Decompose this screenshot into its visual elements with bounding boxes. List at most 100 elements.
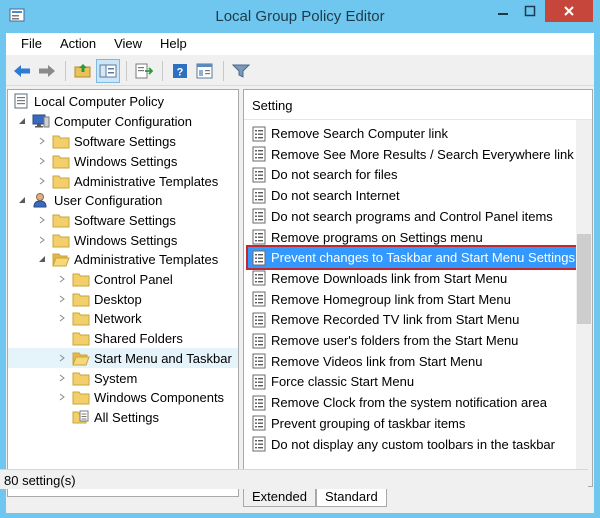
tree-item-user-administrative-templates[interactable]: Administrative Templates bbox=[36, 249, 218, 269]
setting-row[interactable]: Remove Videos link from Start Menu bbox=[244, 351, 576, 372]
filter-button[interactable] bbox=[229, 59, 253, 83]
properties-button[interactable] bbox=[193, 59, 217, 83]
tree-item-user-software-settings[interactable]: Software Settings bbox=[36, 210, 176, 230]
close-button[interactable] bbox=[545, 0, 593, 22]
minimize-button[interactable] bbox=[490, 0, 516, 22]
tree-item-computer-configuration[interactable]: Computer Configuration bbox=[16, 111, 192, 131]
expanded-chevron-icon[interactable] bbox=[16, 115, 28, 127]
collapsed-chevron-icon[interactable] bbox=[56, 391, 68, 403]
computer-icon bbox=[32, 113, 50, 129]
setting-row[interactable]: Do not search Internet bbox=[244, 185, 576, 206]
setting-row[interactable]: Remove user's folders from the Start Men… bbox=[244, 330, 576, 351]
tree-item-windows-components[interactable]: Windows Components bbox=[56, 387, 224, 407]
selected-setting-highlight[interactable]: Prevent changes to Taskbar and Start Men… bbox=[246, 245, 583, 271]
setting-label: Remove programs on Settings menu bbox=[271, 229, 483, 245]
policy-setting-icon bbox=[252, 436, 266, 452]
tree-item-user-configuration[interactable]: User Configuration bbox=[16, 190, 162, 210]
collapsed-chevron-icon[interactable] bbox=[36, 234, 48, 246]
help-button[interactable]: ? bbox=[168, 59, 192, 83]
policy-setting-icon bbox=[252, 312, 266, 328]
toolbar-separator bbox=[223, 60, 224, 81]
tree-item-control-panel[interactable]: Control Panel bbox=[56, 269, 173, 289]
tree-item-administrative-templates[interactable]: Administrative Templates bbox=[36, 171, 218, 191]
expanded-chevron-icon[interactable] bbox=[16, 194, 28, 206]
setting-row[interactable]: Remove Search Computer link bbox=[244, 123, 576, 144]
folder-icon bbox=[72, 370, 90, 386]
tree-item-start-menu-and-taskbar[interactable]: Start Menu and Taskbar bbox=[8, 348, 238, 368]
setting-row[interactable]: Remove Downloads link from Start Menu bbox=[244, 268, 576, 289]
policy-setting-icon bbox=[252, 146, 266, 162]
tree-item-network[interactable]: Network bbox=[56, 308, 142, 328]
policy-setting-icon bbox=[252, 374, 266, 390]
policy-setting-icon bbox=[252, 415, 266, 431]
folder-icon bbox=[72, 330, 90, 346]
policy-setting-icon bbox=[252, 188, 266, 204]
setting-label: Remove Homegroup link from Start Menu bbox=[271, 291, 511, 307]
tree-item-software-settings[interactable]: Software Settings bbox=[36, 131, 176, 151]
maximize-button[interactable] bbox=[517, 0, 543, 22]
vertical-scrollbar[interactable] bbox=[576, 120, 592, 486]
column-header-setting[interactable]: Setting bbox=[244, 90, 592, 120]
menu-help[interactable]: Help bbox=[151, 33, 196, 55]
setting-label: Do not search programs and Control Panel… bbox=[271, 208, 553, 224]
setting-row[interactable]: Remove Homegroup link from Start Menu bbox=[244, 289, 576, 310]
tree-item-local-computer-policy[interactable]: Local Computer Policy bbox=[12, 91, 164, 111]
setting-row[interactable]: Remove programs on Settings menu bbox=[244, 227, 576, 248]
setting-row[interactable]: Do not search for files bbox=[244, 164, 576, 185]
collapsed-chevron-icon[interactable] bbox=[56, 312, 68, 324]
policy-setting-icon bbox=[252, 208, 266, 224]
collapsed-chevron-icon[interactable] bbox=[36, 214, 48, 226]
collapsed-chevron-icon[interactable] bbox=[36, 175, 48, 187]
policy-setting-icon bbox=[252, 229, 266, 245]
setting-label: Prevent grouping of taskbar items bbox=[271, 415, 466, 431]
app-window: Local Group Policy Editor File Action Vi… bbox=[0, 0, 600, 518]
back-button[interactable] bbox=[10, 59, 34, 83]
collapsed-chevron-icon[interactable] bbox=[56, 372, 68, 384]
help-icon: ? bbox=[173, 63, 187, 78]
collapsed-chevron-icon[interactable] bbox=[56, 352, 68, 364]
svg-text:?: ? bbox=[177, 66, 184, 78]
collapsed-chevron-icon[interactable] bbox=[36, 135, 48, 147]
policy-root-icon bbox=[12, 93, 30, 109]
export-list-button[interactable] bbox=[132, 59, 156, 83]
title-bar[interactable]: Local Group Policy Editor bbox=[0, 0, 600, 33]
collapsed-chevron-icon[interactable] bbox=[56, 293, 68, 305]
setting-row[interactable]: Do not display any custom toolbars in th… bbox=[244, 434, 576, 455]
tree-item-all-settings[interactable]: All Settings bbox=[72, 407, 159, 427]
collapsed-chevron-icon[interactable] bbox=[36, 155, 48, 167]
settings-list[interactable]: Setting Remove Search Computer link Remov… bbox=[243, 89, 593, 487]
setting-row[interactable]: Do not search programs and Control Panel… bbox=[244, 206, 576, 227]
forward-arrow-icon bbox=[39, 64, 55, 77]
maximize-icon bbox=[524, 5, 536, 17]
tree-item-user-windows-settings[interactable]: Windows Settings bbox=[36, 230, 177, 250]
setting-label: Remove See More Results / Search Everywh… bbox=[271, 146, 574, 162]
setting-row[interactable]: Prevent changes to Taskbar and Start Men… bbox=[246, 245, 583, 271]
setting-row[interactable]: Remove Recorded TV link from Start Menu bbox=[244, 309, 576, 330]
policy-setting-icon bbox=[252, 126, 266, 142]
menu-action[interactable]: Action bbox=[51, 33, 105, 55]
setting-row[interactable]: Remove See More Results / Search Everywh… bbox=[244, 144, 576, 165]
filter-icon bbox=[232, 64, 250, 78]
setting-row[interactable]: Prevent grouping of taskbar items bbox=[244, 413, 576, 434]
collapsed-chevron-icon[interactable] bbox=[56, 273, 68, 285]
setting-row[interactable]: Force classic Start Menu bbox=[244, 371, 576, 392]
show-hide-tree-button[interactable] bbox=[96, 58, 120, 83]
tree-item-windows-settings[interactable]: Windows Settings bbox=[36, 151, 177, 171]
setting-row[interactable]: Remove Clock from the system notificatio… bbox=[244, 392, 576, 413]
scrollbar-thumb[interactable] bbox=[577, 234, 591, 324]
expanded-chevron-icon[interactable] bbox=[36, 253, 48, 265]
menu-file[interactable]: File bbox=[12, 33, 51, 55]
up-one-level-button[interactable] bbox=[71, 59, 95, 83]
policy-setting-icon bbox=[252, 250, 266, 266]
tree-item-label: Software Settings bbox=[74, 212, 176, 228]
tree-item-label: System bbox=[94, 370, 138, 386]
tree-item-label: All Settings bbox=[94, 409, 160, 425]
tree-item-system[interactable]: System bbox=[56, 368, 137, 388]
navigation-tree[interactable]: Local Computer Policy Computer Configura… bbox=[7, 89, 239, 497]
forward-button[interactable] bbox=[35, 59, 59, 83]
up-folder-icon bbox=[74, 63, 91, 77]
tree-item-desktop[interactable]: Desktop bbox=[56, 289, 142, 309]
setting-label: Remove Downloads link from Start Menu bbox=[271, 270, 508, 286]
tree-item-shared-folders[interactable]: Shared Folders bbox=[72, 328, 183, 348]
menu-view[interactable]: View bbox=[105, 33, 151, 55]
